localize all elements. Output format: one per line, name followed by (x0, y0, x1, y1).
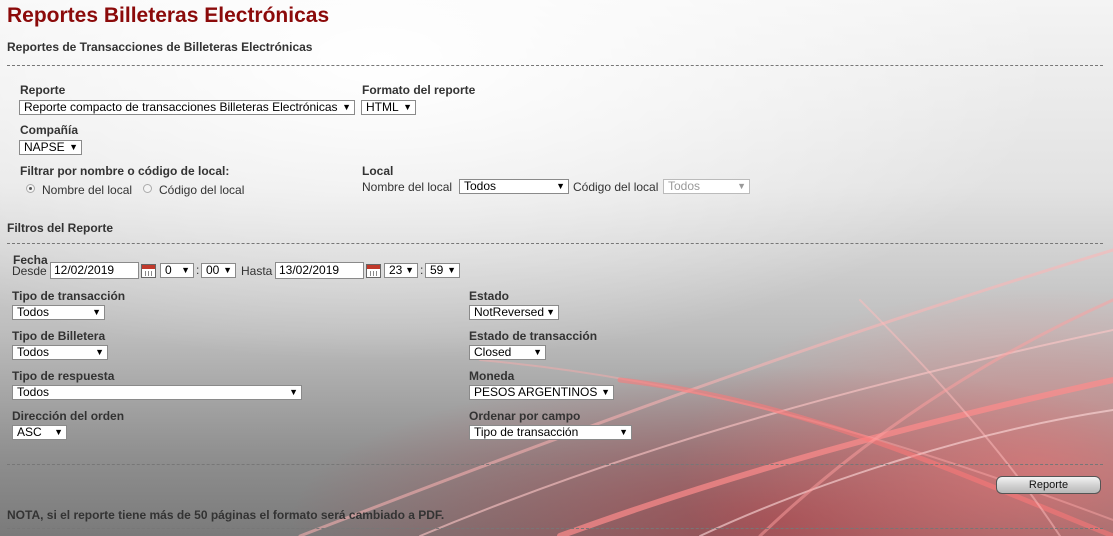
date-to-value: 13/02/2019 (279, 263, 340, 277)
store-name-select[interactable]: Todos ▼ (459, 179, 569, 194)
chevron-down-icon: ▼ (619, 427, 628, 437)
chevron-down-icon: ▼ (405, 265, 414, 275)
chevron-down-icon: ▼ (289, 387, 298, 397)
radio-store-code[interactable] (143, 184, 152, 193)
divider (7, 464, 1103, 465)
page-title: Reportes Billeteras Electrónicas (7, 4, 330, 27)
chevron-down-icon: ▼ (54, 427, 63, 437)
chevron-down-icon: ▼ (447, 265, 456, 275)
store-code-select-value: Todos (668, 179, 701, 193)
status-value: NotReversed (474, 305, 545, 319)
order-direction-value: ASC (17, 425, 42, 439)
transaction-status-select[interactable]: Closed ▼ (469, 345, 546, 360)
response-type-label: Tipo de respuesta (12, 369, 115, 383)
sort-field-select[interactable]: Tipo de transacción ▼ (469, 425, 632, 440)
report-select[interactable]: Reporte compacto de transacciones Billet… (19, 100, 355, 115)
date-to-minute-value: 59 (430, 263, 444, 277)
response-type-select[interactable]: Todos ▼ (12, 385, 302, 400)
page-subtitle: Reportes de Transacciones de Billeteras … (7, 40, 313, 54)
chevron-down-icon: ▼ (601, 387, 610, 397)
transaction-type-label: Tipo de transacción (12, 289, 126, 303)
order-direction-select[interactable]: ASC ▼ (12, 425, 67, 440)
chevron-down-icon: ▼ (533, 347, 542, 357)
date-from-minute-value: 00 (206, 263, 220, 277)
chevron-down-icon: ▼ (181, 265, 190, 275)
chevron-down-icon: ▼ (92, 307, 101, 317)
date-from-label: Desde (12, 264, 47, 278)
store-name-select-value: Todos (464, 179, 497, 193)
report-button[interactable]: Reporte (996, 476, 1101, 494)
wallet-type-value: Todos (17, 345, 50, 359)
radio-store-name[interactable] (26, 184, 35, 193)
date-to-minute-select[interactable]: 59 ▼ (425, 263, 460, 278)
report-label: Reporte (20, 83, 66, 97)
pdf-note: NOTA, si el reporte tiene más de 50 pági… (7, 508, 445, 522)
transaction-type-value: Todos (17, 305, 50, 319)
report-select-value: Reporte compacto de transacciones Billet… (24, 100, 338, 114)
status-label: Estado (469, 289, 510, 303)
order-direction-label: Dirección del orden (12, 409, 125, 423)
divider (7, 65, 1103, 66)
store-code-select: Todos ▼ (663, 179, 750, 194)
chevron-down-icon: ▼ (69, 142, 78, 152)
chevron-down-icon: ▼ (556, 181, 565, 191)
filter-by-label: Filtrar por nombre o código de local: (20, 164, 230, 178)
currency-value: PESOS ARGENTINOS (474, 385, 598, 399)
date-from-hour-select[interactable]: 0 ▼ (160, 263, 194, 278)
response-type-value: Todos (17, 385, 50, 399)
date-from-value: 12/02/2019 (54, 263, 115, 277)
sort-field-label: Ordenar por campo (469, 409, 581, 423)
calendar-icon[interactable] (366, 264, 381, 278)
transaction-status-value: Closed (474, 345, 512, 359)
chevron-down-icon: ▼ (223, 265, 232, 275)
filters-section-title: Filtros del Reporte (7, 221, 114, 235)
divider (7, 528, 1103, 529)
date-to-hour-select[interactable]: 23 ▼ (384, 263, 418, 278)
company-select-value: NAPSE (24, 140, 65, 154)
date-from-input[interactable]: 12/02/2019 (50, 262, 139, 279)
format-select-value: HTML (366, 100, 399, 114)
date-to-hour-value: 23 (389, 263, 403, 277)
wallet-type-select[interactable]: Todos ▼ (12, 345, 108, 360)
transaction-type-select[interactable]: Todos ▼ (12, 305, 105, 320)
company-select[interactable]: NAPSE ▼ (19, 140, 82, 155)
radio-store-name-label: Nombre del local (42, 183, 133, 197)
format-label: Formato del reporte (362, 83, 476, 97)
radio-store-code-label: Código del local (159, 183, 245, 197)
date-to-label: Hasta (241, 264, 273, 278)
date-from-hour-value: 0 (165, 263, 172, 277)
chevron-down-icon: ▼ (95, 347, 104, 357)
date-to-input[interactable]: 13/02/2019 (275, 262, 364, 279)
time-separator: : (420, 263, 424, 277)
currency-label: Moneda (469, 369, 515, 383)
wallet-type-label: Tipo de Billetera (12, 329, 106, 343)
time-separator: : (196, 263, 200, 277)
chevron-down-icon: ▼ (546, 307, 555, 317)
sort-field-value: Tipo de transacción (474, 425, 579, 439)
currency-select[interactable]: PESOS ARGENTINOS ▼ (469, 385, 614, 400)
chevron-down-icon: ▼ (403, 102, 412, 112)
status-select[interactable]: NotReversed ▼ (469, 305, 559, 320)
date-from-minute-select[interactable]: 00 ▼ (201, 263, 236, 278)
store-name-label: Nombre del local (362, 180, 453, 194)
divider (7, 243, 1103, 244)
chevron-down-icon: ▼ (342, 102, 351, 112)
calendar-icon[interactable] (141, 264, 156, 278)
format-select[interactable]: HTML ▼ (361, 100, 416, 115)
store-code-label: Código del local (573, 180, 659, 194)
store-label: Local (362, 164, 394, 178)
company-label: Compañía (20, 123, 79, 137)
chevron-down-icon: ▼ (737, 181, 746, 191)
transaction-status-label: Estado de transacción (469, 329, 598, 343)
